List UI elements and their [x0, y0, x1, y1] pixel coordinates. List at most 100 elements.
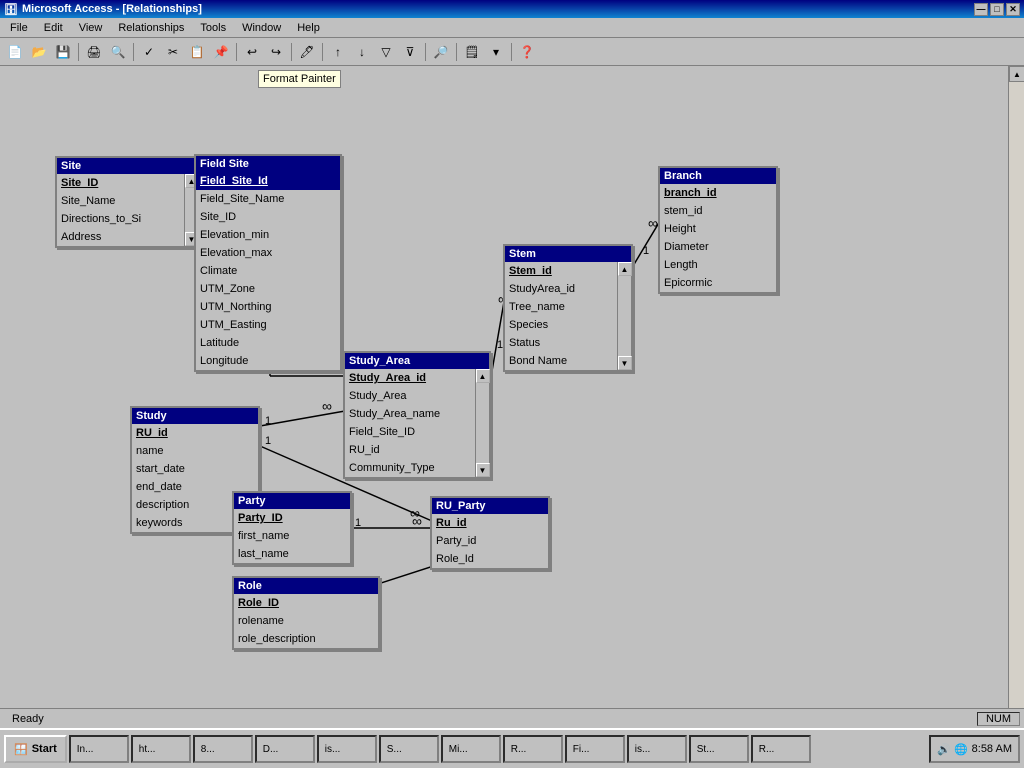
menu-help[interactable]: Help: [291, 21, 326, 35]
taskbar-item-9[interactable]: Fi...: [565, 735, 625, 763]
field-tree-name: Tree_name: [505, 298, 617, 316]
maximize-btn[interactable]: □: [990, 3, 1004, 16]
table-branch-title: Branch: [660, 168, 776, 184]
sys-tray-icons: 🔊 🌐: [937, 743, 967, 756]
table-ru-party-title: RU_Party: [432, 498, 548, 514]
taskbar-item-12[interactable]: R...: [751, 735, 811, 763]
tb-preview[interactable]: 🔍: [107, 41, 129, 63]
field-first-name: first_name: [234, 527, 350, 545]
taskbar-item-3[interactable]: 8...: [193, 735, 253, 763]
tb-sep4: [291, 43, 292, 61]
tb-redo[interactable]: ↪: [265, 41, 287, 63]
stem-scrollbar[interactable]: ▲ ▼: [617, 262, 631, 370]
table-study-area[interactable]: Study_Area Study_Area_id Study_Area Stud…: [343, 351, 491, 479]
tb-format-painter[interactable]: 🖊: [296, 41, 318, 63]
menu-edit[interactable]: Edit: [38, 21, 69, 35]
title-bar-left: 🗄 Microsoft Access - [Relationships]: [4, 3, 202, 16]
field-utm-easting: UTM_Easting: [196, 316, 340, 334]
clock: 8:58 AM: [972, 743, 1012, 755]
tb-sep1: [78, 43, 79, 61]
vscroll-up[interactable]: ▲: [1009, 66, 1024, 82]
menu-file[interactable]: File: [4, 21, 34, 35]
field-field-site-site-id: Site_ID: [196, 208, 340, 226]
tb-copy[interactable]: 📋: [186, 41, 208, 63]
minimize-btn[interactable]: —: [974, 3, 988, 16]
tb-new[interactable]: 📄: [4, 41, 26, 63]
taskbar-item-8[interactable]: R...: [503, 735, 563, 763]
tb-save[interactable]: 💾: [52, 41, 74, 63]
field-community-type: Community_Type: [345, 459, 475, 477]
table-party[interactable]: Party Party_ID first_name last_name: [232, 491, 352, 565]
field-site-id: Site_ID: [57, 174, 184, 192]
scroll-up-sa[interactable]: ▲: [476, 369, 490, 383]
tb-print[interactable]: 🖨: [83, 41, 105, 63]
tb-help[interactable]: ❓: [516, 41, 538, 63]
field-field-site-id-sa: Field_Site_ID: [345, 423, 475, 441]
svg-text:∞: ∞: [412, 513, 422, 529]
status-text: Ready: [4, 713, 52, 725]
tb-undo[interactable]: ↩: [241, 41, 263, 63]
field-field-site-id: Field_Site_Id: [196, 172, 340, 190]
field-rolename: rolename: [234, 612, 378, 630]
taskbar-item-1[interactable]: In...: [69, 735, 129, 763]
scroll-up-stem[interactable]: ▲: [618, 262, 632, 276]
tb-new-obj-dd[interactable]: ▾: [485, 41, 507, 63]
taskbar-item-4[interactable]: D...: [255, 735, 315, 763]
table-stem[interactable]: Stem Stem_id StudyArea_id Tree_name Spec…: [503, 244, 633, 372]
menu-view[interactable]: View: [73, 21, 109, 35]
taskbar-item-7[interactable]: Mi...: [441, 735, 501, 763]
taskbar-item-10[interactable]: is...: [627, 735, 687, 763]
table-stem-title: Stem: [505, 246, 631, 262]
tb-open[interactable]: 📂: [28, 41, 50, 63]
tb-cut[interactable]: ✂: [162, 41, 184, 63]
svg-text:1: 1: [265, 435, 271, 447]
field-field-site-name: Field_Site_Name: [196, 190, 340, 208]
table-study-area-title: Study_Area: [345, 353, 489, 369]
table-field-site[interactable]: Field Site Field_Site_Id Field_Site_Name…: [194, 154, 342, 372]
vscroll-track: [1009, 82, 1024, 710]
start-icon: 🪟: [14, 743, 28, 756]
menu-window[interactable]: Window: [236, 21, 287, 35]
tb-spell[interactable]: ✓: [138, 41, 160, 63]
tb-new-obj[interactable]: 🗒: [461, 41, 483, 63]
workspace-vscrollbar[interactable]: ▲ ▼: [1008, 66, 1024, 726]
table-branch[interactable]: Branch branch_id stem_id Height Diameter…: [658, 166, 778, 294]
title-bar-controls: — □ ✕: [974, 3, 1020, 16]
tb-sort-asc[interactable]: ↑: [327, 41, 349, 63]
taskbar-item-5[interactable]: is...: [317, 735, 377, 763]
table-site[interactable]: Site Site_ID Site_Name Directions_to_Si …: [55, 156, 200, 248]
field-utm-northing: UTM_Northing: [196, 298, 340, 316]
table-ru-party[interactable]: RU_Party Ru_id Party_id Role_Id: [430, 496, 550, 570]
start-button[interactable]: 🪟 Start: [4, 735, 67, 763]
scroll-down-stem[interactable]: ▼: [618, 356, 632, 370]
tb-filter[interactable]: ▽: [375, 41, 397, 63]
tb-paste[interactable]: 📌: [210, 41, 232, 63]
workspace: 1 ∞ 1 ∞ 1 ∞ 1 ∞ 1 ∞ 1 ∞ 1 ∞ 1 ∞ Site: [0, 66, 1024, 746]
menu-tools[interactable]: Tools: [194, 21, 232, 35]
tb-find[interactable]: 🔎: [430, 41, 452, 63]
taskbar-item-6[interactable]: S...: [379, 735, 439, 763]
scroll-down-sa[interactable]: ▼: [476, 463, 490, 477]
table-study-area-fields: Study_Area_id Study_Area Study_Area_name…: [345, 369, 475, 477]
field-length: Length: [660, 256, 776, 274]
status-num: NUM: [977, 712, 1020, 726]
table-party-fields: Party_ID first_name last_name: [234, 509, 350, 563]
field-role-description: role_description: [234, 630, 378, 648]
tb-sep5: [322, 43, 323, 61]
taskbar-item-11[interactable]: St...: [689, 735, 749, 763]
close-btn[interactable]: ✕: [1006, 3, 1020, 16]
app-icon: 🗄: [4, 3, 18, 16]
svg-text:1: 1: [355, 517, 361, 529]
svg-text:1: 1: [643, 245, 649, 257]
field-species: Species: [505, 316, 617, 334]
taskbar-item-2[interactable]: ht...: [131, 735, 191, 763]
menu-relationships[interactable]: Relationships: [112, 21, 190, 35]
tb-apply-filter[interactable]: ⊽: [399, 41, 421, 63]
field-ru-id-sa: RU_id: [345, 441, 475, 459]
study-area-scrollbar[interactable]: ▲ ▼: [475, 369, 489, 477]
table-role[interactable]: Role Role_ID rolename role_description: [232, 576, 380, 650]
menu-bar: File Edit View Relationships Tools Windo…: [0, 18, 1024, 38]
field-name: name: [132, 442, 258, 460]
tb-sort-desc[interactable]: ↓: [351, 41, 373, 63]
field-climate: Climate: [196, 262, 340, 280]
